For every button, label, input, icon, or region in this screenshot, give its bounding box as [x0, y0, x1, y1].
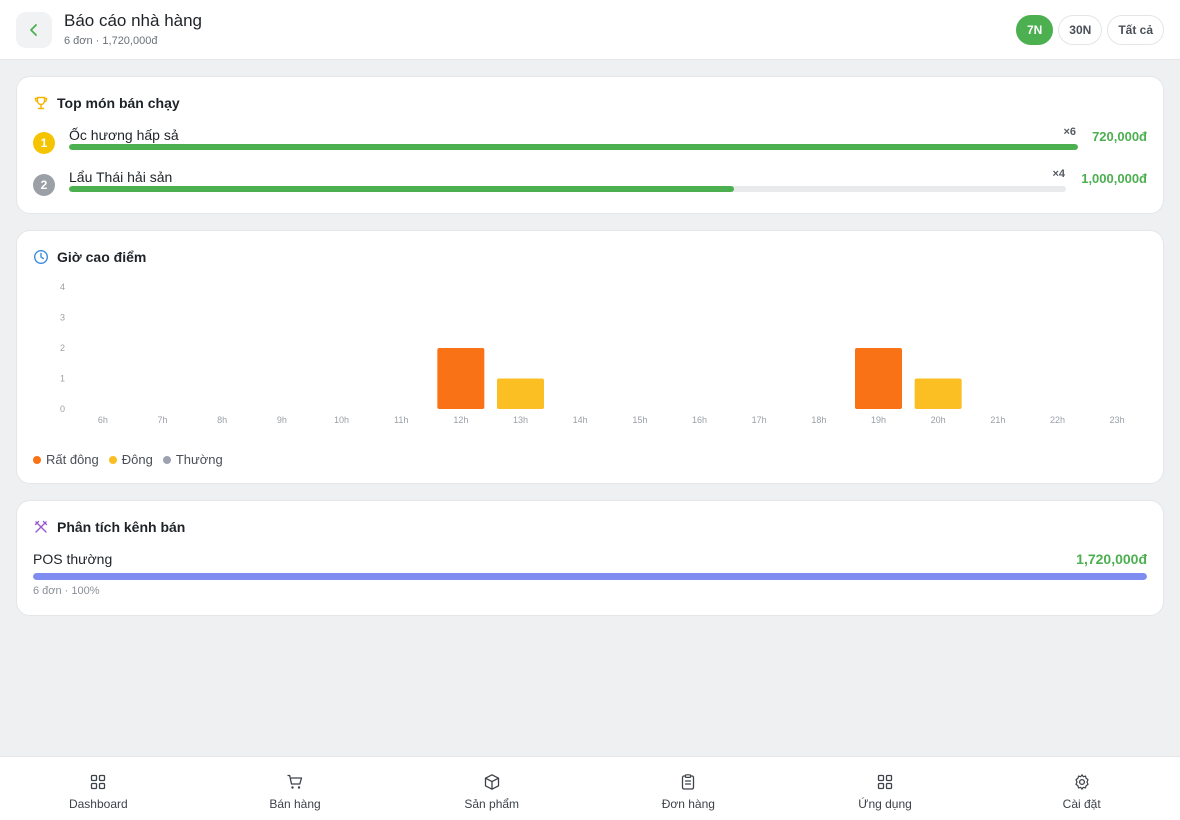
apps-icon — [877, 774, 893, 790]
legend-dot-very-busy — [33, 455, 41, 464]
clipboard-icon — [682, 774, 695, 790]
peak-hours-card: Giờ cao điểm 0 1 2 3 4 6h 7h 8h 9h 10h 11h 12h 13h 14… — [16, 230, 1164, 484]
settings-icon — [1075, 774, 1089, 790]
x-tick-label: 12h — [453, 415, 468, 425]
list-item: 1 Ốc hương hấp sả ×6 720,000đ — [33, 126, 1147, 159]
sales-channel-card: Phân tích kênh bán POS thường 1,720,000đ… — [16, 500, 1164, 616]
x-tick-label: 6h — [98, 415, 108, 425]
y-tick-label: 0 — [60, 404, 65, 414]
dish-quantity: ×4 — [1052, 168, 1065, 180]
legend-dot-normal — [162, 455, 171, 464]
page-subtitle: 6 đơn · 1,720,000đ — [64, 35, 158, 47]
chart-legend: Rất đông Đông Thường — [33, 452, 223, 467]
x-tick-label: 8h — [217, 415, 227, 425]
peak-hours-chart: 0 1 2 3 4 6h 7h 8h 9h 10h 11h 12h 13h 14h 15h 16h 17h 18h… — [60, 282, 1125, 425]
x-tick-label: 22h — [1050, 415, 1065, 425]
list-item: 2 Lẩu Thái hải sản ×4 1,000,000đ — [33, 168, 1147, 201]
dashboard-icon — [91, 774, 106, 790]
channel-progress-fill — [33, 573, 1147, 580]
utensils-icon — [34, 520, 48, 533]
dish-amount: 720,000đ — [1092, 129, 1147, 144]
x-tick-label: 9h — [277, 415, 287, 425]
nav-item-orders[interactable]: Đơn hàng — [590, 757, 787, 820]
x-tick-label: 13h — [513, 415, 528, 425]
chart-bar — [497, 378, 544, 409]
y-tick-label: 4 — [60, 282, 65, 292]
x-tick-label: 19h — [871, 415, 886, 425]
tab-all[interactable]: Tất cả — [1107, 15, 1164, 45]
x-tick-label: 14h — [573, 415, 588, 425]
rank-badge: 1 — [33, 132, 55, 154]
chevron-left-icon — [30, 24, 37, 36]
dish-progress-fill — [69, 186, 734, 192]
top-dishes-card: Top món bán chạy 1 Ốc hương hấp sả ×6 72… — [16, 76, 1164, 214]
dish-progress-track — [69, 186, 1066, 192]
sales-channel-title: Phân tích kênh bán — [33, 519, 185, 535]
back-button[interactable] — [16, 12, 52, 48]
nav-item-products[interactable]: Sản phẩm — [393, 757, 590, 820]
clock-icon — [33, 249, 49, 265]
nav-item-dashboard[interactable]: Dashboard — [0, 757, 197, 820]
trophy-icon — [34, 96, 48, 110]
nav-item-sales[interactable]: Bán hàng — [197, 757, 394, 820]
x-tick-label: 7h — [157, 415, 167, 425]
tab-7-days[interactable]: 7N — [1015, 15, 1054, 45]
nav-item-settings[interactable]: Cài đặt — [983, 757, 1180, 820]
top-bar: Báo cáo nhà hàng 6 đơn · 1,720,000đ 7N 3… — [0, 0, 1180, 60]
dish-name: Lẩu Thái hải sản — [69, 169, 173, 185]
nav-item-apps[interactable]: Ứng dụng — [787, 757, 984, 820]
tab-30-days[interactable]: 30N — [1058, 15, 1103, 45]
cart-icon — [287, 774, 303, 789]
x-tick-label: 17h — [752, 415, 767, 425]
y-tick-label: 1 — [60, 374, 65, 384]
channel-progress-track — [33, 573, 1147, 580]
box-icon — [484, 774, 499, 790]
dish-progress-fill — [69, 144, 1078, 150]
dish-amount: 1,000,000đ — [1081, 171, 1147, 186]
channel-name: POS thường — [33, 551, 113, 567]
x-tick-label: 23h — [1110, 415, 1125, 425]
peak-hours-title: Giờ cao điểm — [33, 249, 146, 265]
legend-item: Đông — [108, 452, 153, 467]
chart-bar — [914, 378, 962, 409]
rank-badge: 2 — [33, 174, 55, 196]
y-tick-label: 2 — [60, 343, 65, 353]
x-tick-label: 16h — [692, 415, 707, 425]
bottom-navigation: Dashboard Bán hàng Sản phẩm Đơn hàng Ứng… — [0, 756, 1180, 820]
dish-quantity: ×6 — [1063, 126, 1076, 138]
page-title: Báo cáo nhà hàng — [64, 11, 203, 30]
chart-bar — [855, 348, 902, 409]
top-dishes-title: Top món bán chạy — [33, 95, 180, 111]
dish-name: Ốc hương hấp sả — [69, 127, 179, 143]
y-tick-label: 3 — [60, 313, 65, 323]
channel-meta: 6 đơn · 100% — [33, 585, 100, 597]
period-tabs: 7N 30N Tất cả — [1015, 15, 1164, 45]
x-tick-label: 10h — [334, 415, 349, 425]
legend-item: Rất đông — [33, 452, 99, 467]
x-tick-label: 20h — [931, 415, 946, 425]
x-tick-label: 18h — [811, 415, 826, 425]
dish-progress-track — [69, 144, 1078, 150]
x-tick-label: 15h — [632, 415, 647, 425]
chart-bar — [437, 348, 485, 409]
x-tick-label: 21h — [990, 415, 1005, 425]
x-tick-label: 11h — [394, 415, 408, 425]
channel-amount: 1,720,000đ — [1076, 551, 1147, 567]
legend-dot-busy — [108, 455, 117, 464]
legend-item: Thường — [162, 452, 223, 467]
